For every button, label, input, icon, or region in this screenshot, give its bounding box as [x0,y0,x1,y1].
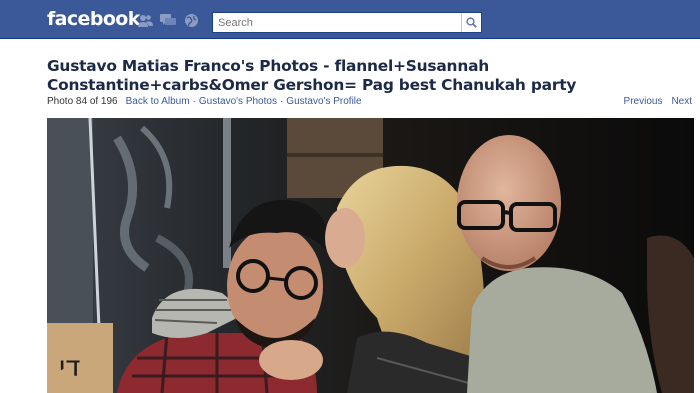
friend-requests-icon[interactable] [137,13,153,27]
page-title: Gustavo Matias Franco's Photos - flannel… [47,57,577,94]
separator: · [279,96,284,107]
back-to-album-link[interactable]: Back to Album [126,96,190,107]
gustavos-photos-link[interactable]: Gustavo's Photos [199,96,277,107]
search-icon [466,17,477,28]
search-box [212,12,482,33]
facebook-logo[interactable]: facebook [47,8,140,30]
main-photo[interactable]: די [47,118,694,393]
messages-icon[interactable] [160,13,176,27]
sign-text: די [59,350,81,383]
photo-nav: Photo 84 of 196 Back to Album · Gustavo'… [47,96,362,107]
pager: Previous Next [624,96,692,107]
search-button[interactable] [461,13,481,32]
gustavos-profile-link[interactable]: Gustavo's Profile [286,96,361,107]
notifications-icon[interactable] [183,13,199,27]
photo-count: Photo 84 of 196 [47,96,118,107]
separator: · [192,96,196,107]
search-input[interactable] [213,13,461,32]
top-bar: facebook [0,0,700,39]
previous-link[interactable]: Previous [624,96,663,107]
notification-jewels [137,13,199,27]
next-link[interactable]: Next [671,96,692,107]
photo-image: די [47,118,694,393]
